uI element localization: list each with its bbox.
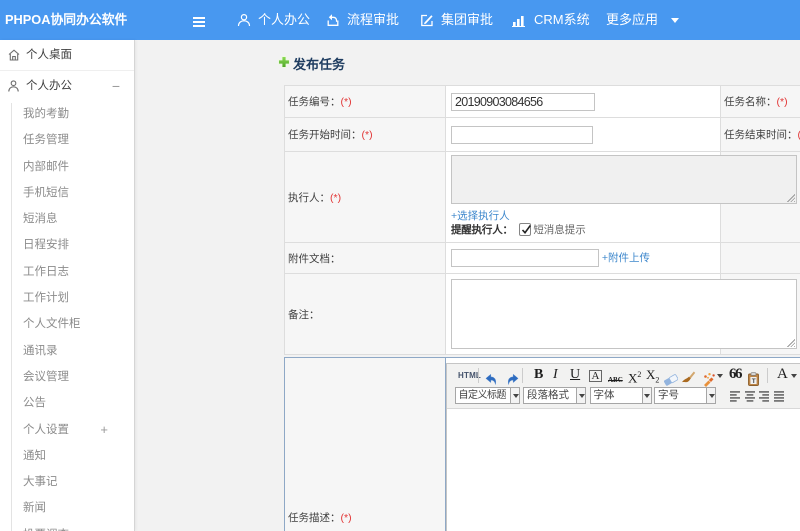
svg-text:T: T bbox=[752, 378, 756, 385]
